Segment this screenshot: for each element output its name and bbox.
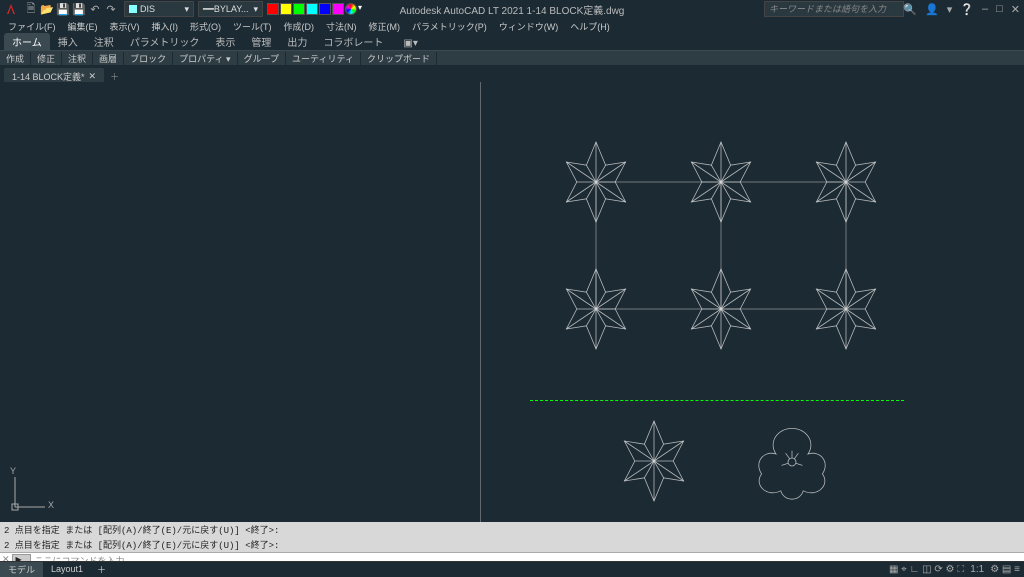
quick-access-toolbar: 🗎 📂 💾 💾 ↶ ↷: [24, 2, 118, 16]
command-history-line: 2 点目を指定 または [配列(A)/終了(E)/元に戻す(U)] <終了>:: [0, 537, 1024, 552]
new-tab-icon[interactable]: ＋: [110, 70, 119, 83]
signin-chevron-icon[interactable]: ▾: [947, 3, 953, 16]
panel-clipboard[interactable]: クリップボード: [361, 52, 437, 65]
save-icon[interactable]: 💾: [56, 2, 70, 16]
block-star: [681, 265, 761, 353]
new-icon[interactable]: 🗎: [24, 2, 38, 16]
undo-icon[interactable]: ↶: [88, 2, 102, 16]
linetype-selector[interactable]: ━━ BYLAY... ▾: [198, 1, 263, 17]
panel-annotate[interactable]: 注釈: [62, 52, 93, 65]
max-button[interactable]: □: [996, 3, 1003, 15]
ucs-icon: Y X: [10, 472, 50, 514]
block-star-source: [614, 417, 694, 505]
tab-annotate[interactable]: 注釈: [86, 33, 122, 50]
command-history-line: 2 点目を指定 または [配列(A)/終了(E)/元に戻す(U)] <終了>:: [0, 522, 1024, 537]
help-search[interactable]: キーワードまたは語句を入力: [764, 1, 904, 17]
min-button[interactable]: –: [982, 3, 988, 15]
panel-properties[interactable]: プロパティ ▾: [173, 52, 237, 65]
menu-modify[interactable]: 修正(M): [365, 20, 405, 33]
open-icon[interactable]: 📂: [40, 2, 54, 16]
menu-format[interactable]: 形式(O): [186, 20, 225, 33]
menu-tools[interactable]: ツール(T): [229, 20, 276, 33]
tab-parametric[interactable]: パラメトリック: [122, 33, 208, 50]
drawing-area[interactable]: Y X: [0, 82, 1024, 522]
panel-group[interactable]: グループ: [238, 52, 286, 65]
layout-tab-1[interactable]: Layout1: [43, 563, 91, 575]
block-flower: [752, 422, 832, 502]
tab-manage[interactable]: 管理: [243, 33, 279, 50]
block-star: [556, 265, 636, 353]
menu-view[interactable]: 表示(V): [106, 20, 144, 33]
layer-selector[interactable]: DIS ▾: [124, 1, 194, 17]
color-swatches[interactable]: ▾: [267, 3, 368, 15]
menu-parametric[interactable]: パラメトリック(P): [408, 20, 491, 33]
tab-home[interactable]: ホーム: [4, 33, 50, 50]
block-star: [681, 138, 761, 226]
ribbon-tabs: ホーム 挿入 注釈 パラメトリック 表示 管理 出力 コラボレート ▣▾: [0, 34, 1024, 50]
status-scale[interactable]: 1:1: [970, 564, 984, 575]
saveas-icon[interactable]: 💾: [72, 2, 86, 16]
menu-help[interactable]: ヘルプ(H): [566, 20, 614, 33]
help-icon[interactable]: ❔: [960, 3, 974, 16]
menu-bar: ファイル(F) 編集(E) 表示(V) 挿入(I) 形式(O) ツール(T) 作…: [0, 18, 1024, 34]
panel-create[interactable]: 作成: [0, 52, 31, 65]
status-bar: モデル Layout1 ＋ ▦ ⌖ ∟ ◫ ⟳ ⚙ ⛶ 1:1 ⚙ ▤ ≡: [0, 561, 1024, 576]
command-window[interactable]: 2 点目を指定 または [配列(A)/終了(E)/元に戻す(U)] <終了>: …: [0, 522, 1024, 562]
panel-modify[interactable]: 修正: [31, 52, 62, 65]
panel-utility[interactable]: ユーティリティ: [286, 52, 361, 65]
tab-insert[interactable]: 挿入: [50, 33, 86, 50]
redo-icon[interactable]: ↷: [104, 2, 118, 16]
close-tab-icon[interactable]: ✕: [89, 71, 97, 82]
status-more-icon[interactable]: ⚙ ▤ ≡: [990, 564, 1020, 575]
app-title: Autodesk AutoCAD LT 2021 1-14 BLOCK定義.dw…: [400, 2, 625, 17]
block-star: [806, 138, 886, 226]
tab-collaborate[interactable]: コラボレート: [315, 33, 391, 50]
menu-window[interactable]: ウィンドウ(W): [495, 20, 563, 33]
divider-line: [530, 400, 904, 401]
signin-icon[interactable]: 👤: [925, 3, 939, 16]
menu-dimension[interactable]: 寸法(N): [322, 20, 361, 33]
menu-edit[interactable]: 編集(E): [64, 20, 102, 33]
search-icon[interactable]: 🔍: [903, 3, 917, 16]
block-star: [806, 265, 886, 353]
tab-view[interactable]: 表示: [207, 33, 243, 50]
block-star: [556, 138, 636, 226]
status-icons[interactable]: ▦ ⌖ ∟ ◫ ⟳ ⚙ ⛶: [889, 564, 964, 575]
ribbon-expand-icon[interactable]: ▣▾: [395, 37, 425, 50]
add-layout-icon[interactable]: ＋: [91, 563, 112, 576]
tab-output[interactable]: 出力: [279, 33, 315, 50]
close-button[interactable]: ✕: [1011, 3, 1020, 16]
menu-draw[interactable]: 作成(D): [280, 20, 319, 33]
panel-layer[interactable]: 画層: [93, 52, 124, 65]
panel-block[interactable]: ブロック: [124, 52, 173, 65]
autocad-logo[interactable]: [4, 2, 18, 16]
menu-insert[interactable]: 挿入(I): [148, 20, 183, 33]
menu-file[interactable]: ファイル(F): [4, 20, 60, 33]
ribbon-panels: 作成 修正 注釈 画層 ブロック プロパティ ▾ グループ ユーティリティ クリ…: [0, 50, 1024, 65]
layout-tab-model[interactable]: モデル: [0, 562, 43, 577]
